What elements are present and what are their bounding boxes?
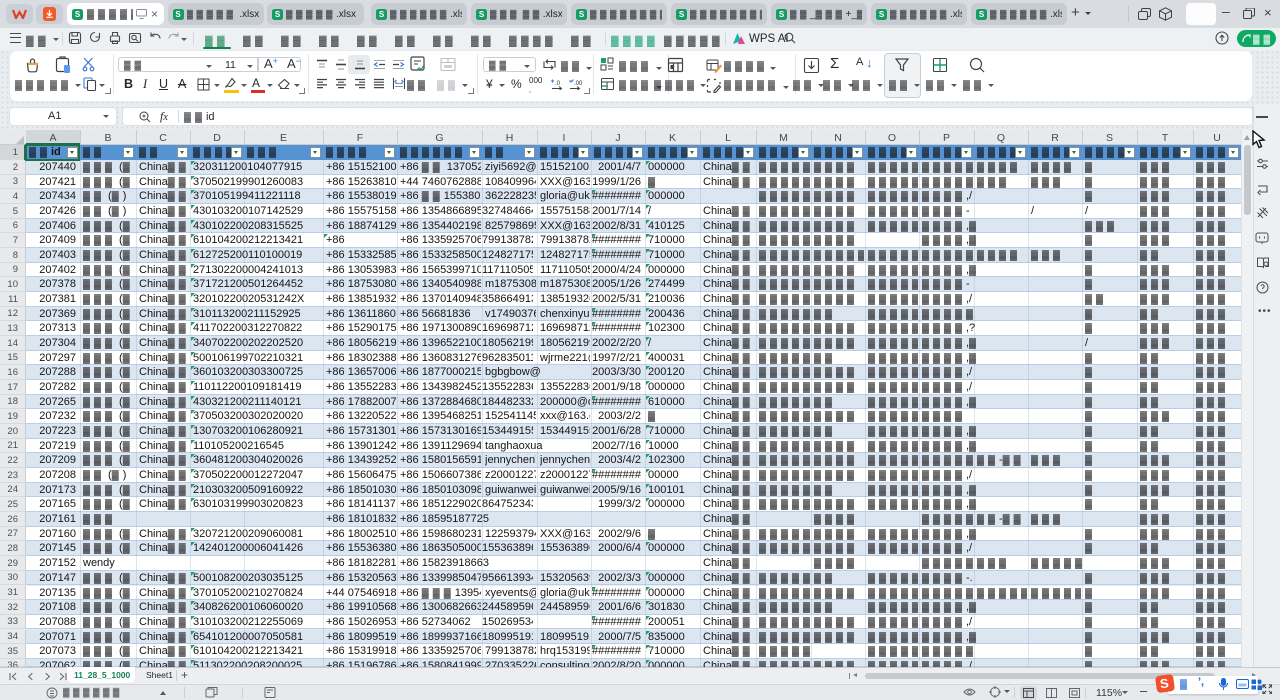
svg-text:.00: .00 [574, 81, 582, 87]
svg-text:.0: .0 [555, 81, 561, 87]
